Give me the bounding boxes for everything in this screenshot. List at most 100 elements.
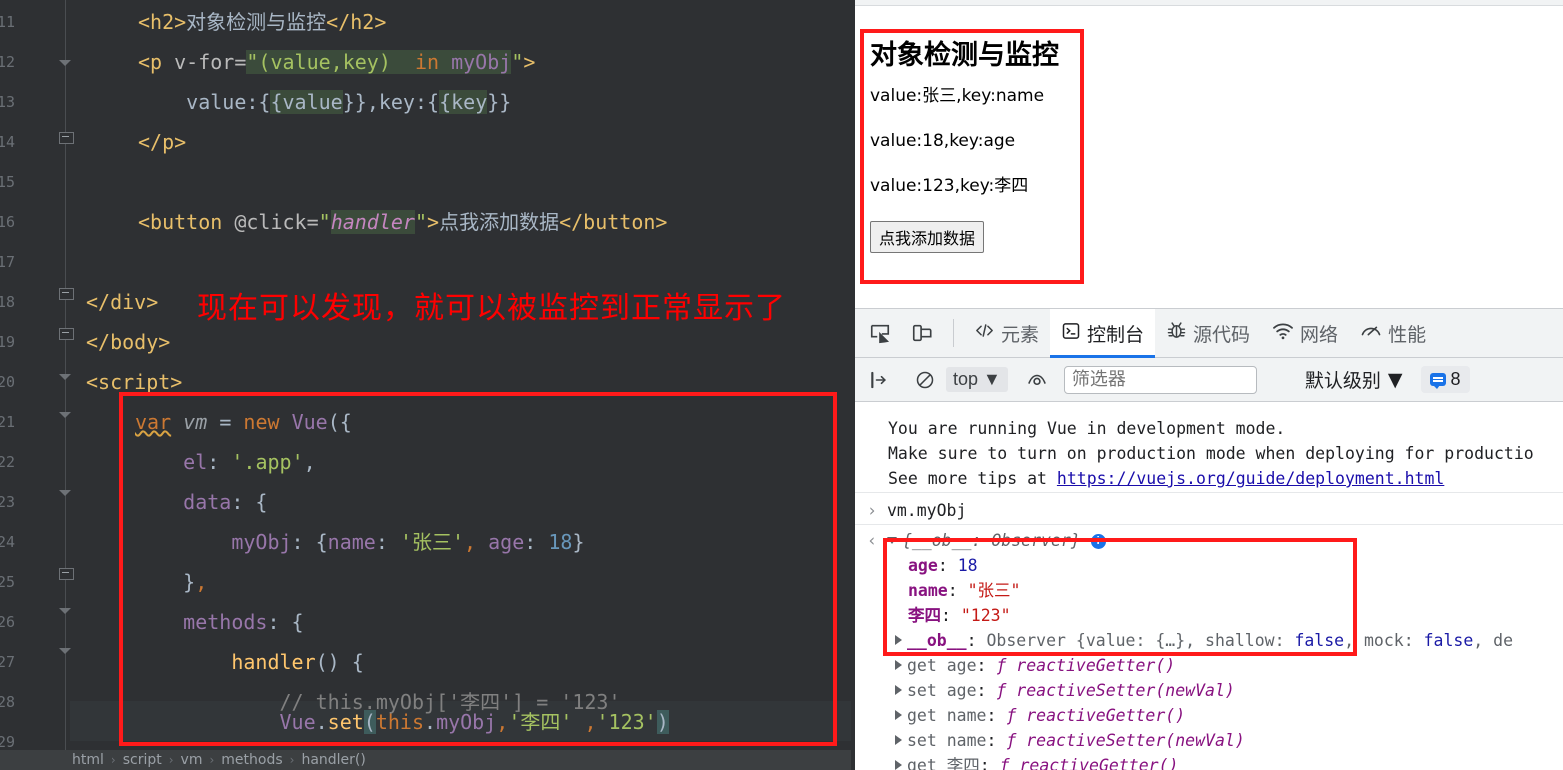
line-number: 29: [0, 733, 15, 751]
tab-label-elements: 元素: [1001, 323, 1040, 346]
breadcrumb[interactable]: html › script › vm › methods › handler(): [0, 750, 855, 770]
tab-elements[interactable]: 元素: [963, 309, 1050, 358]
fold-marker-collapse-icon[interactable]: [59, 608, 72, 614]
line-number: 14: [0, 133, 15, 151]
fold-marker-expand-icon[interactable]: [59, 568, 74, 580]
expand-toggle-icon[interactable]: [895, 635, 902, 645]
app-paragraph-2: value:18,key:age: [870, 131, 1016, 151]
bug-icon: [1166, 320, 1187, 346]
red-annotation-text: 现在可以发现，就可以被监控到正常显示了: [197, 291, 786, 326]
line-number: 22: [0, 453, 15, 471]
browser-pane: 对象检测与监控 value:张三,key:name value:18,key:a…: [855, 0, 1563, 770]
code-line-14: </p>: [138, 130, 187, 154]
console-row-input-expression: › vm.myObj: [867, 498, 966, 523]
fold-marker-expand-icon[interactable]: [59, 132, 74, 144]
console-prop-name: name: "张三": [908, 581, 1021, 600]
expand-toggle-icon[interactable]: [895, 710, 902, 720]
app-paragraph-3: value:123,key:李四: [870, 176, 1029, 196]
console-row-divider: [855, 524, 1563, 525]
expand-toggle-icon[interactable]: [895, 685, 902, 695]
breadcrumb-item-handler[interactable]: handler(): [301, 752, 365, 768]
info-badge-icon[interactable]: i: [1090, 534, 1106, 549]
console-row-divider: [855, 492, 1563, 493]
breadcrumb-item-html[interactable]: html: [72, 752, 104, 768]
console-terminal-icon: [1061, 321, 1081, 346]
console-row-vue-prodmode: Make sure to turn on production mode whe…: [888, 444, 1534, 463]
console-prop-ob[interactable]: __ob__: Observer {value: {…}, shallow: f…: [895, 628, 1513, 653]
deployment-docs-link[interactable]: https://vuejs.org/guide/deployment.html: [1057, 469, 1444, 488]
console-prop-set-name[interactable]: set name: ƒ reactiveSetter(newVal): [895, 728, 1245, 753]
app-paragraph-1: value:张三,key:name: [870, 86, 1045, 106]
add-data-button[interactable]: 点我添加数据: [870, 221, 985, 253]
line-number: 28: [0, 693, 15, 711]
code-brackets-icon: [974, 322, 995, 344]
code-editor-pane[interactable]: <h2>对象检测与监控</h2> <p v-for="(value,key) i…: [0, 0, 855, 770]
console-prop-set-age[interactable]: set age: ƒ reactiveSetter(newVal): [895, 678, 1235, 703]
message-bubble-icon: [1429, 373, 1446, 389]
breadcrumb-item-vm[interactable]: vm: [181, 752, 203, 768]
console-prop-get-lisi[interactable]: get 李四: ƒ reactiveGetter(): [895, 753, 1178, 770]
fold-marker-collapse-icon[interactable]: [59, 490, 72, 496]
message-count-badge[interactable]: 8: [1420, 366, 1470, 393]
tab-network[interactable]: 网络: [1261, 309, 1349, 358]
log-level-label: 默认级别: [1304, 370, 1381, 392]
code-line-11: <h2>对象检测与监控</h2>: [138, 10, 387, 34]
chevron-down-icon: ▼: [1387, 368, 1403, 391]
console-row-vue-devmode: You are running Vue in development mode.: [888, 419, 1286, 438]
line-number: 16: [0, 213, 15, 231]
line-number: 20: [0, 373, 15, 391]
tab-label-console: 控制台: [1087, 323, 1145, 346]
no-entry-icon[interactable]: [908, 363, 942, 397]
console-prop-get-age[interactable]: get age: ƒ reactiveGetter(): [895, 653, 1175, 678]
line-number: 25: [0, 573, 15, 591]
tab-sources[interactable]: 源代码: [1155, 309, 1261, 358]
message-count: 8: [1450, 369, 1461, 389]
line-number: 21: [0, 413, 15, 431]
clear-console-icon[interactable]: [862, 363, 896, 397]
code-line-13: value:{{value}},key:{{key}}: [138, 90, 512, 114]
breadcrumb-separator-icon: ›: [209, 753, 215, 767]
execution-context-select[interactable]: top ▼: [946, 367, 1008, 392]
context-label: top: [953, 369, 979, 389]
line-number: 24: [0, 533, 15, 551]
console-prop-lisi: 李四: "123": [908, 606, 1011, 625]
console-prop-get-name[interactable]: get name: ƒ reactiveGetter(): [895, 703, 1185, 728]
vue-app-preview-box: 对象检测与监控 value:张三,key:name value:18,key:a…: [860, 29, 1084, 284]
toolbar-divider: [953, 319, 954, 347]
breadcrumb-item-methods[interactable]: methods: [221, 752, 282, 768]
breadcrumb-separator-icon: ›: [289, 753, 295, 767]
code-line-16: <button @click="handler">点我添加数据</button>: [138, 210, 668, 234]
console-toolbar: top ▼ 默认级别 ▼ 8: [855, 358, 1563, 402]
expand-toggle-icon[interactable]: [895, 660, 902, 670]
live-expression-eye-icon[interactable]: [1020, 363, 1054, 397]
fold-marker-collapse-icon[interactable]: [59, 412, 72, 418]
line-number: 11: [0, 13, 15, 31]
filter-input-wrapper[interactable]: [1063, 365, 1257, 394]
expand-toggle-icon[interactable]: [886, 537, 897, 544]
input-chevron-icon: ›: [867, 501, 877, 520]
tab-console[interactable]: 控制台: [1050, 308, 1156, 358]
wifi-icon: [1272, 322, 1294, 345]
device-toolbar-icon[interactable]: [905, 316, 939, 350]
fold-marker-collapse-icon[interactable]: [59, 374, 72, 380]
console-row-vue-tips: See more tips at https://vuejs.org/guide…: [888, 469, 1445, 488]
code-line-12: <p v-for="(value,key) in myObj">: [138, 50, 536, 74]
line-number: 23: [0, 493, 15, 511]
fold-marker-expand-icon[interactable]: [59, 328, 74, 340]
inspect-element-icon[interactable]: [863, 316, 897, 350]
console-prop-age: age: 18: [908, 556, 978, 575]
line-number: 19: [0, 333, 15, 351]
console-output[interactable]: You are running Vue in development mode.…: [855, 402, 1563, 770]
fold-marker-collapse-icon[interactable]: [59, 648, 72, 654]
line-number: 17: [0, 253, 15, 271]
tab-performance[interactable]: 性能: [1349, 309, 1437, 358]
gutter-divider: [65, 0, 66, 770]
expand-toggle-icon[interactable]: [895, 760, 902, 770]
expand-toggle-icon[interactable]: [895, 735, 902, 745]
fold-marker-collapse-icon[interactable]: [59, 60, 72, 66]
chevron-down-icon: ▼: [983, 369, 1001, 389]
log-level-select[interactable]: 默认级别 ▼: [1305, 366, 1403, 393]
breadcrumb-item-script[interactable]: script: [123, 752, 162, 768]
filter-input[interactable]: [1071, 369, 1249, 390]
fold-marker-expand-icon[interactable]: [59, 288, 74, 300]
